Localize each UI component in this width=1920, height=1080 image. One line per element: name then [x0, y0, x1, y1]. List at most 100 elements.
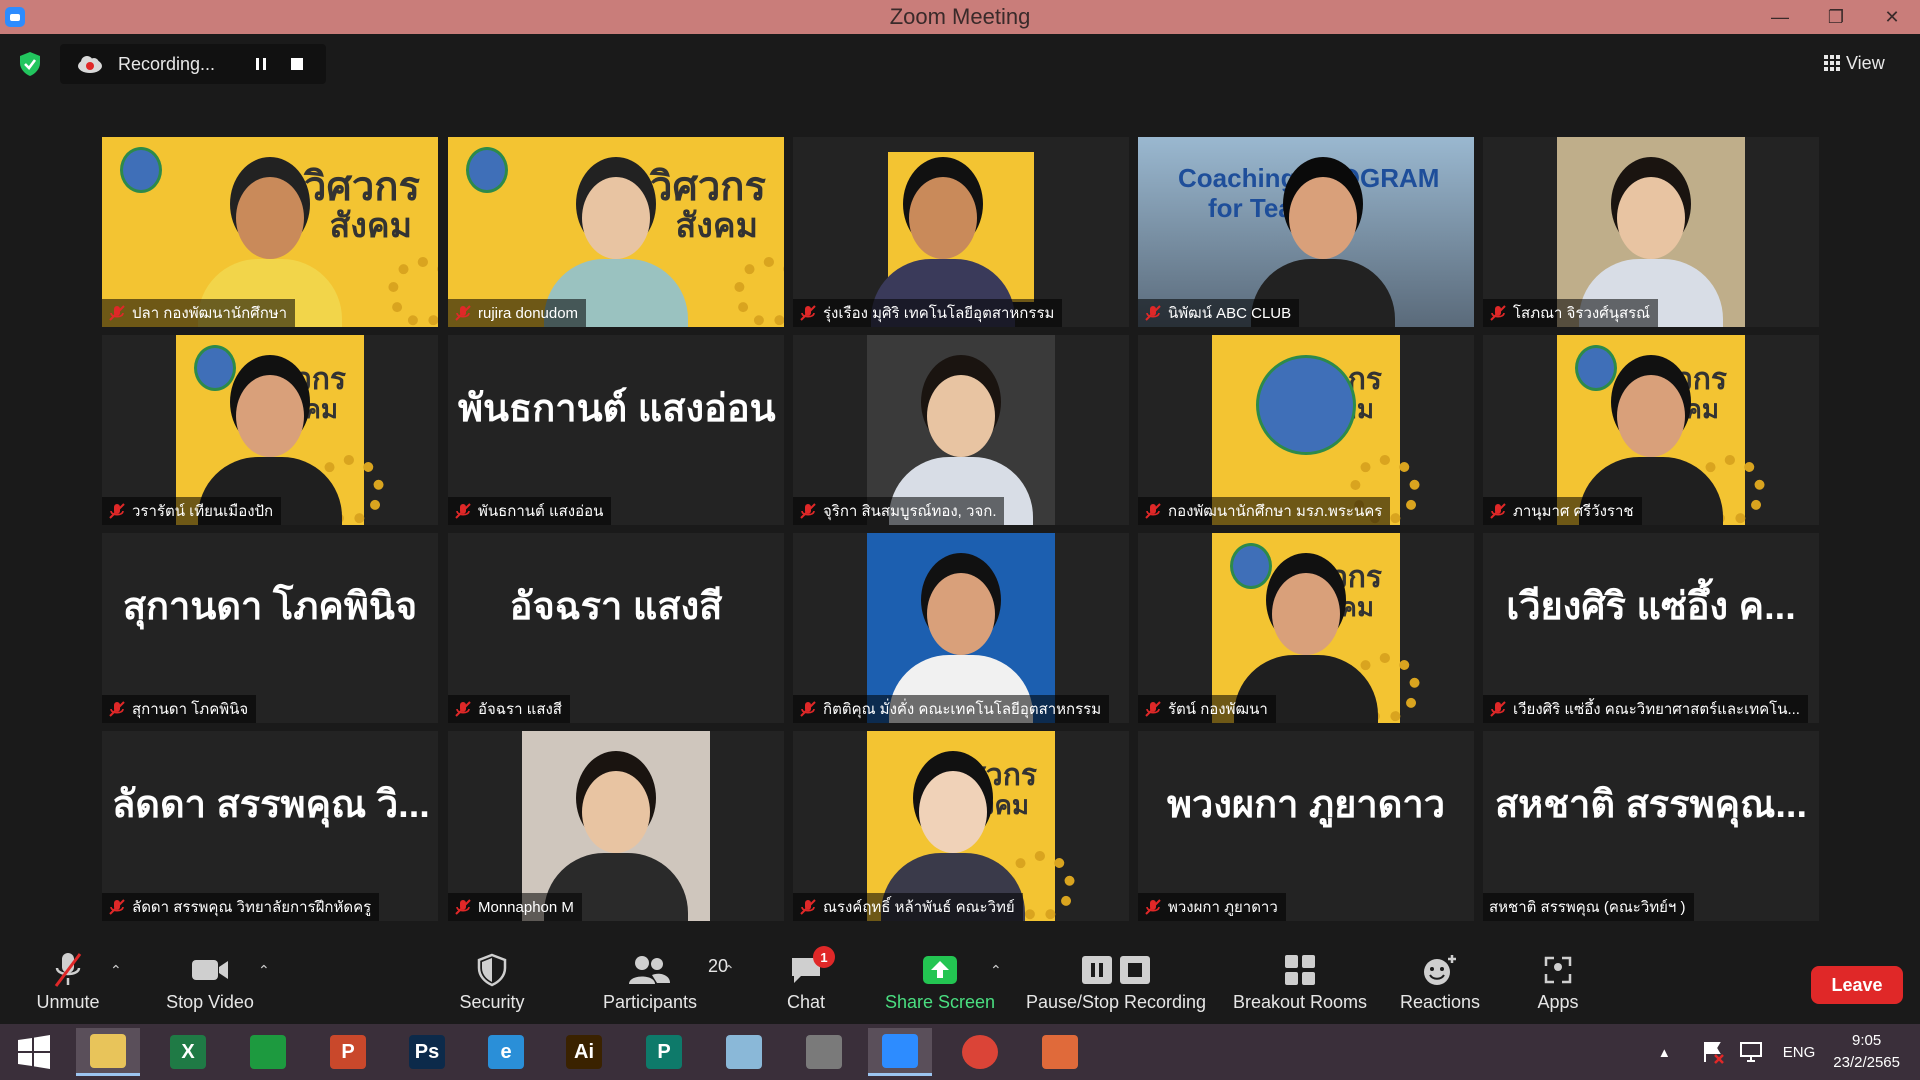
encryption-shield-icon[interactable]: [17, 51, 43, 77]
participants-icon: [629, 956, 670, 984]
university-seal-icon: [1256, 355, 1356, 455]
participant-tile[interactable]: วิศวกรสังคมกองพัฒนานักศึกษา มรภ.พระนคร: [1138, 335, 1474, 525]
reactions-button[interactable]: Reactions: [1392, 942, 1488, 1024]
taskbar-photoshop[interactable]: Ps: [395, 1028, 459, 1076]
taskbar-internet-explorer[interactable]: e: [474, 1028, 538, 1076]
taskbar-excel[interactable]: X: [156, 1028, 220, 1076]
participant-face: [1289, 177, 1357, 259]
participant-face: [909, 177, 977, 259]
pause-icon: [1082, 956, 1112, 984]
taskbar-powerpoint-viewer[interactable]: [1028, 1028, 1092, 1076]
leave-button[interactable]: Leave: [1811, 966, 1903, 1004]
participant-tile[interactable]: วิศวกร สังคม rujira donudom: [448, 137, 784, 327]
stop-recording-button[interactable]: [284, 51, 310, 77]
participant-name: กองพัฒนานักศึกษา มรภ.พระนคร: [1168, 503, 1383, 520]
participant-tile[interactable]: พันธกานต์ แสงอ่อน พันธกานต์ แสงอ่อน: [448, 335, 784, 525]
clock-time: 9:05: [1852, 1032, 1882, 1049]
stop-video-button[interactable]: Stop Video: [160, 942, 260, 1024]
start-button[interactable]: [2, 1028, 66, 1076]
chat-label: Chat: [786, 992, 826, 1012]
participant-tile[interactable]: จุริกา สินสมบูรณ์ทอง, วจก.: [793, 335, 1129, 525]
clock[interactable]: 9:05 23/2/2565: [1833, 1030, 1900, 1074]
participant-face: [927, 573, 995, 655]
muted-microphone-icon: [109, 899, 125, 915]
apps-button[interactable]: Apps: [1530, 942, 1586, 1024]
muted-microphone-icon: [455, 701, 471, 717]
participant-tile[interactable]: วิศวกร สังคม ภานุมาศ ศรีวังราช: [1483, 335, 1819, 525]
participant-tile[interactable]: พวงผกา ภูยาดาว พวงผกา ภูยาดาว: [1138, 731, 1474, 921]
participant-tile[interactable]: วิศวกร สังคม วรารัตน์ เทียนเมืองปัก: [102, 335, 438, 525]
participant-tile[interactable]: วิศวกร สังคม ปลา กองพัฒนานักศึกษา: [102, 137, 438, 327]
taskbar-illustrator[interactable]: Ai: [552, 1028, 616, 1076]
chrome-icon: [962, 1035, 998, 1069]
language-indicator[interactable]: ENG: [1783, 1044, 1816, 1061]
action-center-flag-icon[interactable]: [1701, 1040, 1725, 1064]
reactions-smiley-icon: [1424, 955, 1456, 985]
participant-name-label: สุกานดา โภคพินิจ: [102, 695, 257, 723]
participant-tile[interactable]: Monnaphon M: [448, 731, 784, 921]
participant-name: สหชาติ สรรพคุณ (คณะวิทย์ฯ ): [1489, 899, 1686, 916]
participant-tile[interactable]: Coaching PROGRAM for Teacher นิพัฒน์ ABC C…: [1138, 137, 1474, 327]
participant-face: [236, 177, 304, 259]
taskbar-zoom[interactable]: [868, 1028, 932, 1076]
security-button[interactable]: Security: [450, 942, 534, 1024]
participant-name-placeholder: สหชาติ สรรพคุณ...: [1494, 784, 1807, 826]
unmute-button[interactable]: Unmute: [28, 942, 108, 1024]
video-camera-icon: [192, 960, 228, 980]
view-button[interactable]: View: [1824, 46, 1904, 80]
participant-face: [927, 375, 995, 457]
close-button[interactable]: ✕: [1864, 0, 1920, 34]
share-screen-button[interactable]: Share Screen: [884, 942, 996, 1024]
chat-unread-badge: 1: [813, 946, 835, 968]
photoscape-icon: [806, 1035, 842, 1069]
audio-options-caret[interactable]: ⌃: [110, 962, 122, 979]
participant-name: รุ่งเรือง มุศิริ เทคโนโลยีอุตสาหกรรม: [823, 305, 1055, 322]
participant-tile[interactable]: สหชาติ สรรพคุณ... สหชาติ สรรพคุณ (คณะวิทย…: [1483, 731, 1819, 921]
participant-name: วรารัตน์ เทียนเมืองปัก: [132, 503, 274, 520]
taskbar-photoscape[interactable]: [792, 1028, 856, 1076]
clock-date: 23/2/2565: [1833, 1054, 1900, 1071]
participant-tile[interactable]: กิตติคุณ มั่งคั่ง คณะเทคโนโลยีอุตสาหกรรม: [793, 533, 1129, 723]
muted-microphone-icon: [800, 503, 816, 519]
pause-stop-recording-button[interactable]: Pause/Stop Recording: [1024, 942, 1208, 1024]
taskbar-notes[interactable]: [712, 1028, 776, 1076]
participant-name: สุกานดา โภคพินิจ: [132, 701, 249, 718]
participant-tile[interactable]: เวียงศิริ แซ่อึ้ง ค... เวียงศิริ แซ่อึ้ง …: [1483, 533, 1819, 723]
taskbar-publisher[interactable]: P: [632, 1028, 696, 1076]
minimize-button[interactable]: —: [1752, 0, 1808, 34]
muted-microphone-icon: [1145, 701, 1161, 717]
unmute-label: Unmute: [36, 992, 100, 1012]
windows-logo-icon: [18, 1035, 50, 1069]
taskbar-chrome[interactable]: [948, 1028, 1012, 1076]
participant-tile[interactable]: วิศวกร สังคม รัตน์ กองพัฒนา: [1138, 533, 1474, 723]
participant-face: [236, 375, 304, 457]
window-title: Zoom Meeting: [889, 4, 1031, 29]
participant-tile[interactable]: วิศวกร สังคม ณรงค์ฤทธิ์ หล้าพันธ์ คณะวิทย์: [793, 731, 1129, 921]
excel-icon: X: [170, 1035, 206, 1069]
cloud-recording-icon: [78, 56, 102, 73]
breakout-rooms-button[interactable]: Breakout Rooms: [1232, 942, 1368, 1024]
show-hidden-icons-caret[interactable]: ▲: [1658, 1045, 1671, 1060]
network-icon[interactable]: [1739, 1041, 1765, 1063]
taskbar-store[interactable]: [236, 1028, 300, 1076]
university-seal-icon: [120, 147, 162, 193]
taskbar-file-explorer[interactable]: [76, 1028, 140, 1076]
participant-tile[interactable]: ลัดดา สรรพคุณ วิ... ลัดดา สรรพคุณ วิทยาลั…: [102, 731, 438, 921]
taskbar-powerpoint[interactable]: P: [316, 1028, 380, 1076]
share-options-caret[interactable]: ⌃: [990, 962, 1002, 979]
participant-name-placeholder: สุกานดา โภคพินิจ: [122, 586, 418, 628]
video-options-caret[interactable]: ⌃: [258, 962, 270, 979]
illustrator-icon: Ai: [566, 1035, 602, 1069]
participants-button[interactable]: 20 Participants: [596, 942, 728, 1024]
participants-options-caret[interactable]: ⌃: [723, 962, 735, 979]
photoshop-icon: Ps: [409, 1035, 445, 1069]
security-shield-icon: [477, 953, 507, 987]
participant-tile[interactable]: โสภณา จิรวงศ์นุสรณ์: [1483, 137, 1819, 327]
reactions-label: Reactions: [1399, 992, 1481, 1012]
participant-tile[interactable]: รุ่งเรือง มุศิริ เทคโนโลยีอุตสาหกรรม: [793, 137, 1129, 327]
chat-button[interactable]: 1 Chat: [780, 942, 835, 1024]
participant-tile[interactable]: อัจฉรา แสงสี อัจฉรา แสงสี: [448, 533, 784, 723]
participant-tile[interactable]: สุกานดา โภคพินิจ สุกานดา โภคพินิจ: [102, 533, 438, 723]
restore-button[interactable]: ❐: [1808, 0, 1864, 34]
pause-recording-button[interactable]: [248, 51, 274, 77]
